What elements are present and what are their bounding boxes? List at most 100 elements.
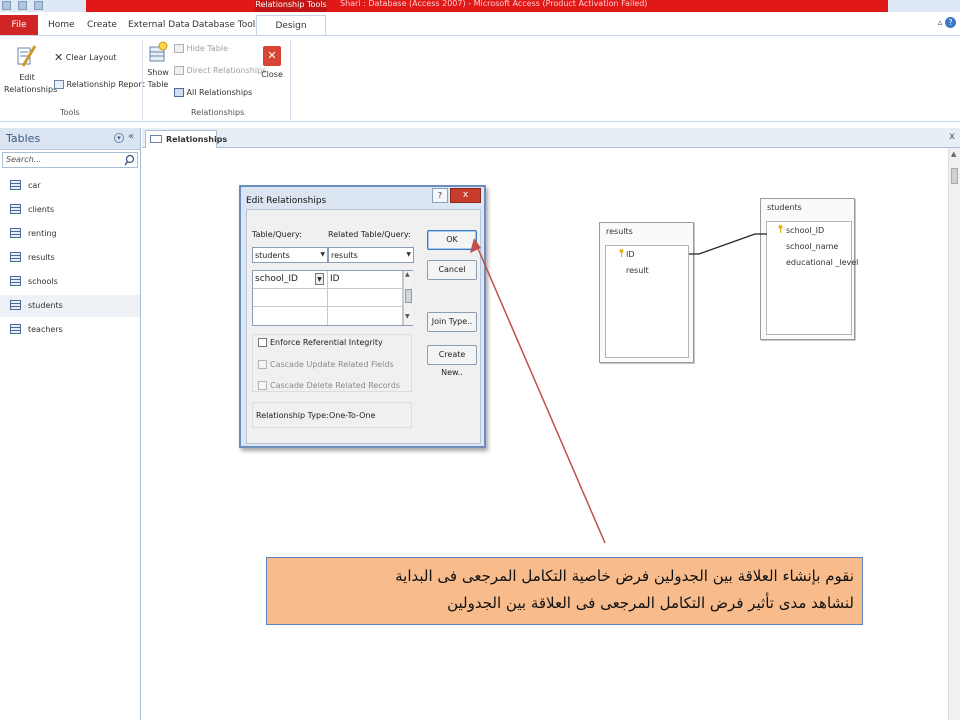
- save-icon[interactable]: [17, 1, 27, 10]
- primary-key-icon: [778, 225, 783, 233]
- nav-item-teachers[interactable]: teachers: [0, 319, 140, 341]
- dialog-close-button[interactable]: x: [450, 188, 481, 203]
- empty-grid-cell[interactable]: [328, 289, 403, 307]
- chevron-down-icon[interactable]: ▼: [320, 251, 325, 258]
- tab-create[interactable]: Create: [87, 15, 117, 35]
- clear-layout-button[interactable]: ✕ Clear Layout: [54, 51, 116, 64]
- students-table-box[interactable]: students school_ID school_name education…: [760, 198, 858, 340]
- dialog-title: Edit Relationships: [246, 196, 327, 206]
- cancel-button[interactable]: Cancel: [427, 260, 477, 280]
- window-title: Shari : Database (Access 2007) - Microso…: [340, 0, 648, 8]
- nav-item-schools[interactable]: schools: [0, 271, 140, 293]
- chevron-down-icon[interactable]: ▼: [406, 251, 411, 258]
- results-field-list: ID result: [605, 245, 689, 358]
- nav-item-label: clients: [28, 205, 55, 214]
- join-type-button[interactable]: Join Type..: [427, 312, 477, 332]
- tab-external-data[interactable]: External Data: [128, 15, 190, 35]
- table-icon: [10, 204, 21, 214]
- nav-item-results[interactable]: results: [0, 247, 140, 269]
- nav-item-renting[interactable]: renting: [0, 223, 140, 245]
- scroll-thumb[interactable]: [405, 289, 412, 303]
- nav-collapse-icon[interactable]: «: [128, 131, 134, 142]
- nav-title: Tables: [6, 132, 41, 145]
- nav-header: Tables ▾ «: [0, 128, 140, 150]
- nav-item-clients[interactable]: clients: [0, 199, 140, 221]
- field-school-id[interactable]: school_ID: [786, 226, 824, 235]
- edit-relationships-dialog: Edit Relationships ? x Table/Query: Rela…: [239, 185, 486, 448]
- close-button[interactable]: ✕ Close: [260, 46, 284, 79]
- help-button[interactable]: ?: [432, 188, 448, 203]
- clear-layout-icon: ✕: [54, 51, 64, 64]
- related-table-query-select[interactable]: results ▼: [328, 247, 414, 263]
- chevron-down-icon[interactable]: ▼: [315, 273, 324, 285]
- nav-item-car[interactable]: car: [0, 175, 140, 197]
- scroll-thumb[interactable]: [951, 168, 958, 184]
- ribbon-right-icons: ▵ ?: [938, 17, 956, 28]
- scroll-up-icon[interactable]: ▲: [951, 150, 956, 158]
- tab-database-tools[interactable]: Database Tools: [192, 15, 260, 35]
- edit-relationships-icon: [17, 45, 37, 67]
- field-mapping-grid: school_ID ▼ ID ▲ ▼: [252, 270, 413, 326]
- cascade-delete-label: Cascade Delete Related Records: [270, 381, 401, 390]
- all-relationships-label: All Relationships: [186, 88, 253, 97]
- tab-relationships[interactable]: Relationships: [145, 130, 227, 148]
- nav-search-input[interactable]: Search...: [2, 152, 138, 168]
- window-controls[interactable]: [888, 0, 960, 12]
- field-result[interactable]: result: [626, 266, 649, 275]
- empty-grid-cell[interactable]: [328, 307, 403, 325]
- annotation-box: نقوم بإنشاء العلاقة بين الجدولين فرض خاص…: [266, 557, 863, 625]
- scroll-down-icon[interactable]: ▼: [405, 313, 410, 320]
- nav-item-students[interactable]: students: [0, 295, 140, 317]
- checkbox-box[interactable]: [258, 338, 267, 347]
- annotation-line-1: نقوم بإنشاء العلاقة بين الجدولين فرض خاص…: [395, 567, 854, 585]
- scroll-up-icon[interactable]: ▲: [405, 271, 410, 278]
- hide-table-button[interactable]: Hide Table: [174, 44, 228, 53]
- title-bar: Relationship Tools Shari : Database (Acc…: [0, 0, 960, 12]
- students-field-list: school_ID school_name educational _level: [766, 221, 858, 335]
- table-query-label: Table/Query:: [252, 230, 302, 239]
- field-educational-level[interactable]: educational _level: [786, 258, 858, 267]
- create-new-button[interactable]: Create New..: [427, 345, 477, 377]
- direct-relationships-button[interactable]: Direct Relationships: [174, 66, 266, 75]
- table-query-value: students: [255, 251, 290, 260]
- close-document-icon[interactable]: x: [949, 131, 955, 142]
- cascade-update-label: Cascade Update Related Fields: [270, 360, 394, 369]
- nav-item-label: schools: [28, 277, 58, 286]
- left-field-value: school_ID: [255, 274, 298, 284]
- minimize-ribbon-icon[interactable]: ▵: [938, 18, 943, 28]
- tab-file[interactable]: File: [0, 15, 38, 35]
- tab-home[interactable]: Home: [48, 15, 75, 35]
- all-relationships-icon: [174, 88, 184, 97]
- all-relationships-button[interactable]: All Relationships: [174, 88, 252, 97]
- results-table-box[interactable]: results ID result: [599, 222, 694, 363]
- ribbon-separator: [290, 40, 291, 120]
- nav-item-label: renting: [28, 229, 57, 238]
- tools-group-label: Tools: [60, 108, 80, 117]
- edit-relationships-button[interactable]: Edit Relationships: [4, 42, 57, 96]
- undo-icon[interactable]: [33, 1, 43, 10]
- search-icon[interactable]: [124, 154, 135, 166]
- left-field-cell[interactable]: school_ID ▼: [253, 271, 328, 289]
- related-table-query-label: Related Table/Query:: [328, 230, 411, 239]
- related-table-query-value: results: [331, 251, 358, 260]
- tab-design[interactable]: Design: [256, 15, 326, 35]
- ribbon-separator: [142, 40, 143, 120]
- ok-button[interactable]: OK: [427, 230, 477, 250]
- nav-menu-icon[interactable]: ▾: [114, 133, 124, 143]
- right-field-cell[interactable]: ID: [328, 271, 403, 289]
- field-school-name[interactable]: school_name: [786, 242, 838, 251]
- integrity-options: Enforce Referential Integrity Cascade Up…: [252, 334, 412, 392]
- grid-scrollbar[interactable]: ▲ ▼: [403, 271, 413, 325]
- relationship-report-button[interactable]: Relationship Report: [54, 80, 145, 89]
- quick-access-toolbar[interactable]: [2, 1, 72, 11]
- empty-grid-cell[interactable]: [253, 307, 328, 325]
- checkbox-box[interactable]: [258, 381, 267, 390]
- checkbox-box[interactable]: [258, 360, 267, 369]
- empty-grid-cell[interactable]: [253, 289, 328, 307]
- help-icon[interactable]: ?: [945, 17, 956, 28]
- table-query-select[interactable]: students ▼: [252, 247, 328, 263]
- show-table-button[interactable]: Show Table: [146, 41, 170, 91]
- clear-layout-label: Clear Layout: [65, 53, 117, 62]
- field-id[interactable]: ID: [626, 250, 635, 259]
- vertical-scrollbar[interactable]: ▲: [948, 148, 960, 720]
